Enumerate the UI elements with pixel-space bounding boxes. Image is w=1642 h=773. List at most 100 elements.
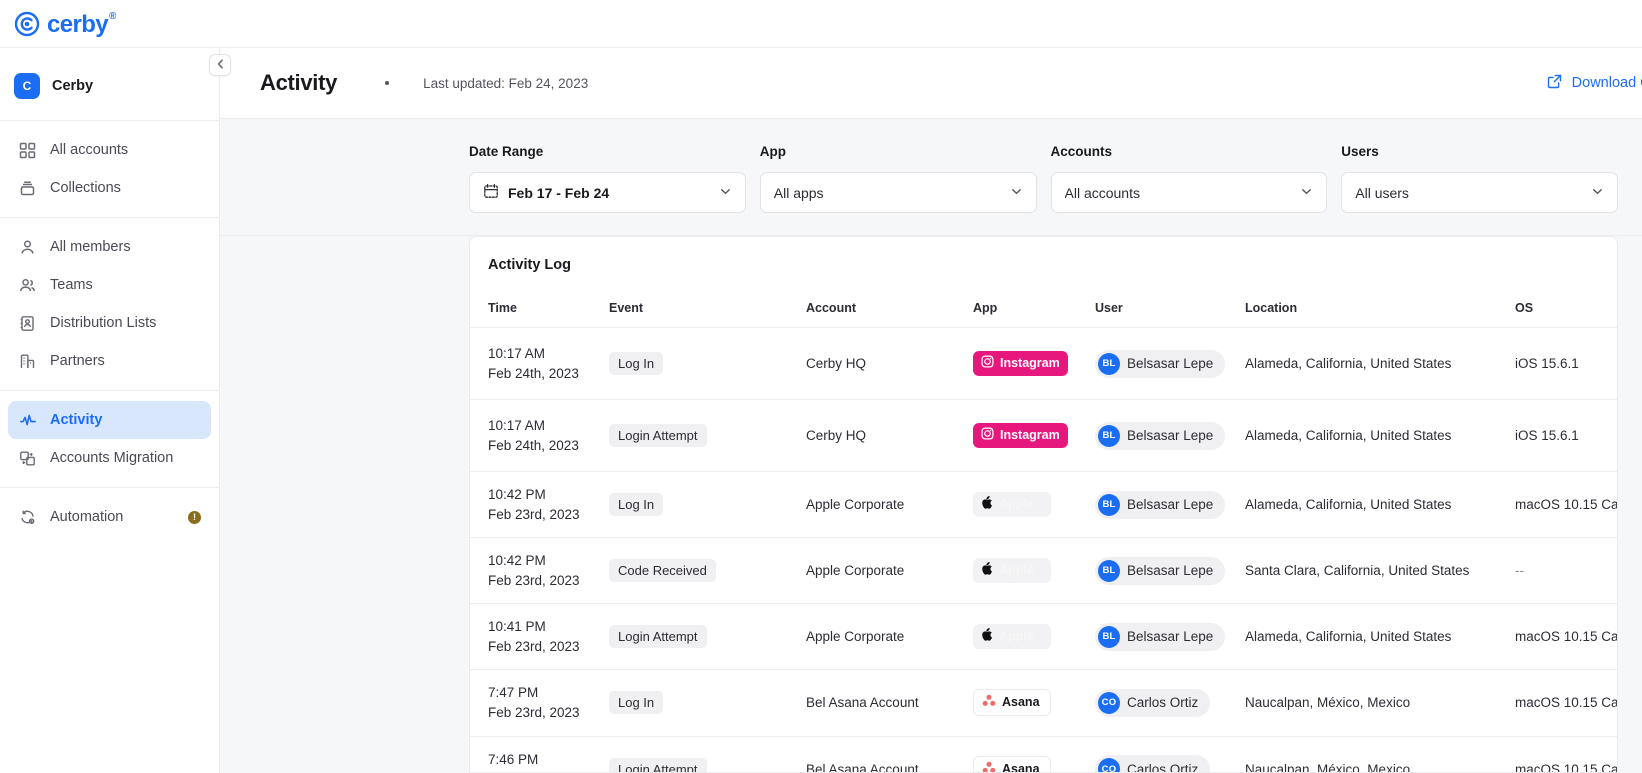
filter-label: Date Range	[469, 144, 544, 159]
filter-bar: Date Range Feb 17 - Feb 24 App All apps …	[220, 118, 1642, 236]
table-row[interactable]: 10:17 AM Feb 24th, 2023 Log In Cerby HQ Inst…	[470, 327, 1617, 400]
sidebar-item-teams[interactable]: Teams	[8, 266, 211, 304]
sidebar-item-label: Collections	[50, 179, 121, 196]
chevron-down-icon	[1010, 185, 1023, 201]
sidebar-item-partners[interactable]: Partners	[8, 342, 211, 380]
filter-label: Users	[1341, 144, 1379, 159]
filter-label: App	[759, 144, 786, 159]
app-badge-instagram: Instagram	[973, 351, 1068, 376]
apple-icon	[981, 562, 993, 579]
cell-app: Instagram	[967, 327, 1089, 400]
download-csv-button[interactable]: Download CSV	[1547, 74, 1642, 93]
sidebar-item-all-accounts[interactable]: All accounts	[8, 131, 211, 169]
users-select[interactable]: All users	[1341, 172, 1618, 213]
cell-account: Apple Corporate	[800, 471, 967, 539]
activity-log-table: Time Event Account App User Location OS …	[470, 273, 1617, 773]
automation-icon	[18, 508, 37, 527]
instagram-icon	[981, 427, 994, 444]
migration-icon	[18, 449, 37, 468]
cell-os: iOS 15.6.1	[1509, 399, 1617, 472]
table-row[interactable]: 7:46 PM Feb 23rd, 2023 Login Attempt Bel As…	[470, 736, 1617, 773]
sidebar-collapse-button[interactable]	[209, 54, 231, 76]
time-date: Feb 23rd, 2023	[488, 572, 580, 588]
table-header: Time Event Account App User Location OS …	[470, 273, 1617, 328]
app-badge-apple: Apple	[973, 558, 1051, 584]
collections-icon	[18, 179, 37, 198]
filter-users: Users All users	[1341, 144, 1618, 213]
time-date: Feb 23rd, 2023	[488, 506, 580, 522]
cell-app: Apple	[967, 471, 1089, 539]
cell-account: Apple Corporate	[800, 537, 967, 605]
sidebar-item-collections[interactable]: Collections	[8, 169, 211, 207]
table-row[interactable]: 7:47 PM Feb 23rd, 2023 Log In Bel Asana Acc…	[470, 669, 1617, 737]
cerby-logo-icon	[14, 11, 40, 37]
col-location: Location	[1239, 273, 1509, 328]
cell-account: Cerby HQ	[800, 399, 967, 472]
user-chip: BL Belsasar Lepe	[1095, 349, 1226, 378]
avatar: BL	[1098, 352, 1120, 375]
time-clock: 10:42 PM	[488, 553, 546, 569]
event-badge: Code Received	[609, 559, 716, 583]
sidebar-item-distribution-lists[interactable]: Distribution Lists	[8, 304, 211, 342]
cell-event: Log In	[603, 327, 800, 400]
user-name: Carlos Ortiz	[1127, 695, 1199, 711]
sidebar-item-label: All accounts	[50, 141, 129, 158]
table-row[interactable]: 10:42 PM Feb 23rd, 2023 Code Received Apple…	[470, 537, 1617, 605]
sidebar-item-label: Activity	[50, 411, 103, 428]
sidebar-item-accounts-migration[interactable]: Accounts Migration	[8, 439, 211, 477]
col-user: User	[1089, 273, 1239, 328]
sidebar-item-label: Partners	[50, 352, 105, 369]
col-event: Event	[603, 273, 800, 328]
nav-group-activity: Activity Accounts Migration	[0, 401, 219, 477]
page-header: Activity Last updated: Feb 24, 2023 Down…	[220, 48, 1642, 118]
cell-location: Alameda, California, United States	[1239, 603, 1509, 671]
app-badge-instagram: Instagram	[973, 423, 1068, 448]
user-chip: BL Belsasar Lepe	[1095, 556, 1226, 585]
cell-os: --	[1509, 537, 1617, 605]
org-name: Cerby	[52, 78, 94, 94]
instagram-icon	[981, 355, 994, 372]
chevron-down-icon	[1591, 185, 1604, 201]
app-select[interactable]: All apps	[759, 172, 1037, 213]
user-icon	[18, 238, 37, 257]
divider	[0, 217, 219, 218]
time-date: Feb 24th, 2023	[488, 437, 579, 453]
sidebar-item-automation[interactable]: Automation !	[8, 498, 211, 536]
main-content: Activity Last updated: Feb 24, 2023 Down…	[220, 48, 1642, 773]
org-switcher[interactable]: C Cerby	[0, 62, 219, 110]
cell-account: Apple Corporate	[800, 603, 967, 671]
users-select-value: All users	[1355, 184, 1409, 201]
app-root: cerby® C Cerby All accounts Collections …	[0, 0, 1642, 773]
cell-user: BL Belsasar Lepe	[1089, 537, 1239, 605]
cerby-logo[interactable]: cerby®	[14, 10, 116, 38]
chevron-down-icon	[719, 185, 732, 201]
user-chip: CO Carlos Ortiz	[1095, 688, 1211, 717]
app-badge-label: Asana	[1002, 761, 1040, 773]
sidebar-item-all-members[interactable]: All members	[8, 228, 211, 266]
app-badge-label: Apple	[999, 629, 1034, 644]
divider	[0, 390, 219, 391]
cell-event: Login Attempt	[603, 736, 800, 772]
user-chip: BL Belsasar Lepe	[1095, 421, 1226, 450]
table-body: 10:17 AM Feb 24th, 2023 Log In Cerby HQ Inst…	[470, 327, 1617, 773]
chevron-left-icon	[217, 59, 224, 71]
cell-account: Bel Asana Account	[800, 736, 967, 772]
external-link-icon	[1547, 74, 1562, 93]
cell-event: Login Attempt	[603, 603, 800, 671]
divider	[0, 487, 219, 488]
cell-app: Asana	[967, 736, 1089, 773]
user-name: Carlos Ortiz	[1127, 761, 1199, 773]
table-row[interactable]: 10:42 PM Feb 23rd, 2023 Log In Apple Corpor…	[470, 471, 1617, 539]
nav-group-people: All members Teams Distribution Lists Par…	[0, 228, 219, 380]
table-row[interactable]: 10:17 AM Feb 24th, 2023 Login Attempt Cerby…	[470, 399, 1617, 472]
table-row[interactable]: 10:41 PM Feb 23rd, 2023 Login Attempt Apple…	[470, 603, 1617, 671]
col-account: Account	[800, 273, 967, 328]
date-range-value: Feb 17 - Feb 24	[508, 184, 610, 201]
app-badge-label: Apple	[999, 563, 1034, 578]
app-select-value: All apps	[773, 184, 824, 201]
sidebar-item-activity[interactable]: Activity	[8, 401, 211, 439]
accounts-select[interactable]: All accounts	[1050, 172, 1328, 213]
date-range-select[interactable]: Feb 17 - Feb 24	[469, 172, 746, 213]
time-clock: 7:46 PM	[488, 751, 539, 767]
cerby-wordmark: cerby®	[47, 10, 116, 38]
